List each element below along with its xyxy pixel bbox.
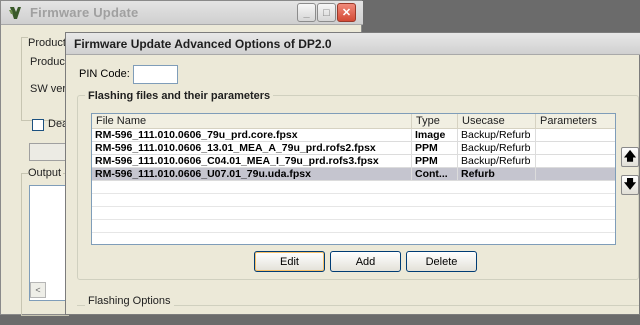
- parameters-cell: [536, 129, 615, 142]
- chevron-left-icon: <: [35, 285, 41, 295]
- progress-bar: [29, 143, 69, 161]
- table-header: File Name Type Usecase Parameters: [92, 114, 615, 129]
- flashing-files-table[interactable]: File Name Type Usecase Parameters RM-596…: [91, 113, 616, 245]
- type-cell: Cont...: [412, 168, 458, 181]
- empty-row: [92, 220, 615, 233]
- file-name-cell: RM-596_111.010.0606_79u_prd.core.fpsx: [92, 129, 412, 142]
- flashing-files-group-title: Flashing files and their parameters: [85, 90, 274, 102]
- close-button[interactable]: ✕: [337, 3, 356, 22]
- add-button[interactable]: Add: [330, 251, 401, 272]
- type-cell: Image: [412, 129, 458, 142]
- table-row[interactable]: RM-596_111.010.0606_13.01_MEA_A_79u_prd.…: [92, 142, 615, 155]
- column-header-type[interactable]: Type: [412, 114, 458, 129]
- maximize-icon: □: [323, 6, 330, 19]
- firmware-app-icon: [9, 7, 21, 19]
- file-name-cell: RM-596_111.010.0606_13.01_MEA_A_79u_prd.…: [92, 142, 412, 155]
- output-label: Output: [28, 167, 64, 179]
- empty-row: [92, 181, 615, 194]
- product-group: [21, 37, 69, 121]
- type-cell: PPM: [412, 155, 458, 168]
- arrow-up-icon: 🡅: [623, 148, 637, 163]
- dialog-title: Firmware Update Advanced Options of DP2.…: [74, 37, 332, 51]
- close-icon: ✕: [341, 7, 352, 19]
- usecase-cell: Backup/Refurb: [458, 129, 536, 142]
- column-header-file-name[interactable]: File Name: [92, 114, 412, 129]
- advanced-options-dialog: Firmware Update Advanced Options of DP2.…: [65, 32, 640, 315]
- flashing-options-title: Flashing Options: [85, 295, 174, 307]
- move-up-button[interactable]: 🡅: [621, 147, 639, 167]
- column-header-parameters[interactable]: Parameters: [536, 114, 615, 129]
- empty-row: [92, 194, 615, 207]
- table-row[interactable]: RM-596_111.010.0606_79u_prd.core.fpsx Im…: [92, 129, 615, 142]
- maximize-button[interactable]: □: [317, 3, 336, 22]
- parameters-cell: [536, 168, 615, 181]
- usecase-cell: Backup/Refurb: [458, 142, 536, 155]
- background-titlebar: Firmware Update _ □ ✕: [1, 1, 363, 25]
- scroll-left-button[interactable]: <: [30, 282, 46, 298]
- table-row-selected[interactable]: RM-596_111.010.0606_U07.01_79u.uda.fpsx …: [92, 168, 615, 181]
- pin-code-input[interactable]: [133, 65, 178, 84]
- file-name-cell: RM-596_111.010.0606_C04.01_MEA_I_79u_prd…: [92, 155, 412, 168]
- move-down-button[interactable]: 🡇: [621, 175, 639, 195]
- delete-button[interactable]: Delete: [406, 251, 477, 272]
- parameters-cell: [536, 142, 615, 155]
- empty-row: [92, 207, 615, 220]
- product-label-1: Product: [28, 37, 68, 49]
- pin-code-label: PIN Code:: [79, 68, 130, 80]
- dialog-titlebar: Firmware Update Advanced Options of DP2.…: [66, 33, 640, 55]
- parameters-cell: [536, 155, 615, 168]
- column-header-usecase[interactable]: Usecase: [458, 114, 536, 129]
- background-window-title: Firmware Update: [30, 5, 139, 20]
- usecase-cell: Refurb: [458, 168, 536, 181]
- type-cell: PPM: [412, 142, 458, 155]
- minimize-button[interactable]: _: [297, 3, 316, 22]
- arrow-down-icon: 🡇: [623, 176, 637, 191]
- minimize-icon: _: [303, 6, 310, 19]
- flashing-options-group: [77, 305, 639, 325]
- product-label-2: Product: [30, 56, 68, 68]
- table-row[interactable]: RM-596_111.010.0606_C04.01_MEA_I_79u_prd…: [92, 155, 615, 168]
- usecase-cell: Backup/Refurb: [458, 155, 536, 168]
- dead-checkbox[interactable]: [32, 119, 44, 131]
- edit-button[interactable]: Edit: [254, 251, 325, 272]
- file-name-cell: RM-596_111.010.0606_U07.01_79u.uda.fpsx: [92, 168, 412, 181]
